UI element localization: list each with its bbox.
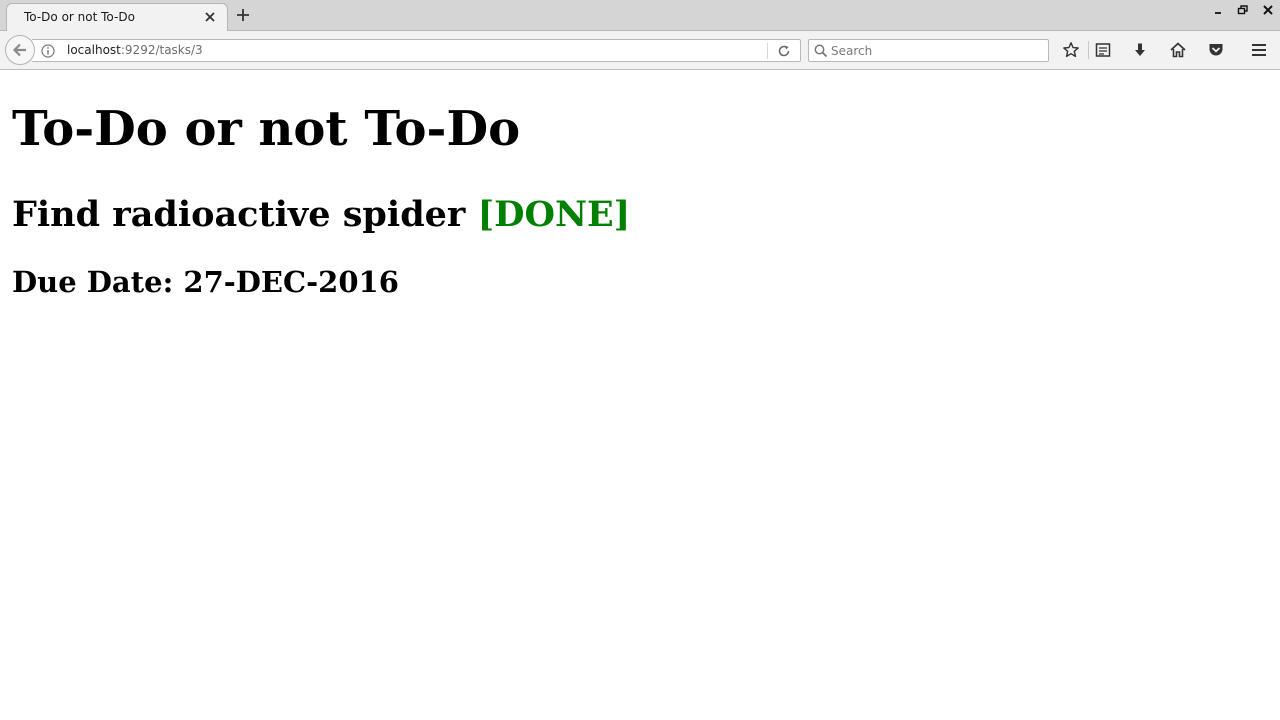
restore-icon[interactable] (1235, 2, 1251, 18)
page-title: To-Do or not To-Do (12, 101, 521, 157)
minimize-icon[interactable] (1210, 2, 1226, 18)
navigation-toolbar: localhost:9292/tasks/3 (0, 31, 1280, 70)
url-bar[interactable]: localhost:9292/tasks/3 (32, 39, 801, 62)
site-info-icon[interactable] (40, 43, 56, 59)
search-input[interactable] (831, 41, 1041, 60)
url-divider (767, 43, 768, 59)
toolbar-divider (1088, 41, 1089, 59)
new-tab-plus-icon[interactable] (233, 5, 253, 25)
bookmarks-list-icon[interactable] (1094, 41, 1112, 59)
menu-hamburger-icon[interactable] (1250, 41, 1268, 59)
close-window-icon[interactable] (1260, 2, 1276, 18)
task-status-badge: [DONE] (477, 194, 631, 235)
home-icon[interactable] (1169, 41, 1187, 59)
due-date-label: Due Date: (12, 265, 174, 299)
active-tab[interactable]: To-Do or not To-Do (6, 3, 228, 32)
url-host: localhost (67, 43, 121, 57)
task-name: Find radioactive spider (12, 194, 466, 235)
url-text[interactable]: localhost:9292/tasks/3 (67, 43, 203, 57)
due-date-value: 27-DEC-2016 (183, 265, 399, 299)
download-icon[interactable] (1131, 41, 1149, 59)
search-icon (813, 43, 829, 59)
url-path: :9292/tasks/3 (120, 43, 203, 57)
reload-icon[interactable] (776, 43, 792, 59)
tab-close-icon[interactable] (203, 9, 217, 25)
bookmark-star-icon[interactable] (1062, 41, 1080, 59)
tab-strip: To-Do or not To-Do (0, 0, 1280, 32)
search-bar[interactable] (808, 39, 1049, 62)
tab-title: To-Do or not To-Do (24, 10, 135, 24)
pocket-icon[interactable] (1207, 41, 1225, 59)
back-arrow-icon (12, 43, 26, 57)
due-date: Due Date: 27-DEC-2016 (12, 268, 399, 297)
task-heading: Find radioactive spider [DONE] (12, 197, 630, 232)
page-content: To-Do or not To-Do Find radioactive spid… (0, 71, 1280, 720)
back-button[interactable] (5, 35, 35, 65)
